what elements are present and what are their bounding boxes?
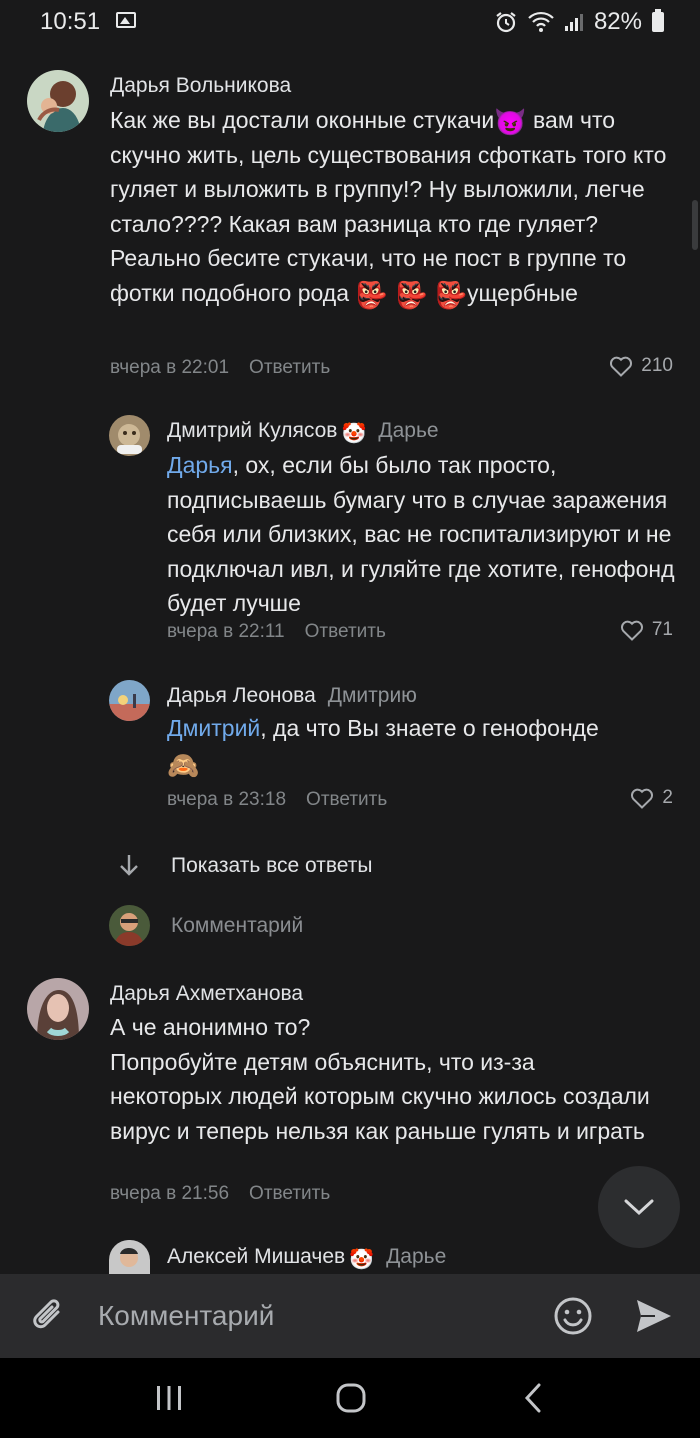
comment-author[interactable]: Дарья Вольникова — [110, 74, 291, 98]
battery-icon — [652, 9, 664, 32]
status-bar: 10:51 82% — [0, 0, 700, 44]
reply-button[interactable]: Ответить — [306, 789, 387, 810]
battery-percent: 82% — [593, 8, 642, 35]
like-button[interactable]: 2 — [630, 787, 673, 809]
comment-text: Как же вы достали оконные стукачи😈 вам ч… — [110, 107, 667, 310]
like-button[interactable]: 71 — [620, 619, 673, 641]
avatar[interactable] — [27, 978, 89, 1040]
reply-button[interactable]: Ответить — [305, 621, 386, 642]
chevron-down-icon — [624, 1199, 654, 1216]
system-nav-bar — [0, 1358, 700, 1438]
comment-meta: вчера в 22:11 Ответить — [167, 621, 386, 643]
see-no-evil-emoji: 🙈 — [167, 749, 200, 780]
attach-icon[interactable] — [28, 1294, 68, 1338]
like-button[interactable]: 210 — [609, 355, 673, 377]
reply-target: Дарье — [386, 1245, 447, 1268]
reply-button[interactable]: Ответить — [249, 357, 330, 378]
comment-meta: вчера в 22:01 Ответить — [110, 357, 330, 379]
like-count: 71 — [651, 619, 673, 640]
avatar[interactable] — [109, 680, 150, 721]
avatar — [109, 905, 150, 946]
status-icons: 82% — [494, 8, 664, 36]
comment-author[interactable]: Алексей Мишачев 🤡 Дарье — [167, 1245, 446, 1273]
comment-text: Дарья, ох, если бы было так просто, подп… — [167, 452, 675, 616]
arrow-down-icon[interactable] — [118, 853, 140, 877]
comment-author[interactable]: Дмитрий Кулясов 🤡 Дарье — [167, 419, 439, 447]
status-time: 10:51 — [40, 8, 101, 35]
wifi-icon — [528, 11, 554, 32]
reply-input[interactable]: Комментарий — [171, 914, 303, 938]
mention-link[interactable]: Дмитрий — [167, 715, 260, 741]
devil-emoji: 😈 — [494, 107, 527, 137]
comment-meta: вчера в 21:56 Ответить — [110, 1183, 330, 1205]
clown-emoji: 🤡 — [349, 1249, 375, 1271]
back-icon[interactable] — [522, 1382, 544, 1414]
like-count: 2 — [662, 787, 673, 808]
comment-text: А че анонимно то? Попробуйте детям объяс… — [110, 1014, 650, 1144]
signal-icon — [564, 14, 583, 31]
heart-icon — [620, 620, 643, 641]
emoji-icon[interactable] — [553, 1296, 593, 1336]
home-icon[interactable] — [335, 1382, 367, 1414]
recent-apps-icon[interactable] — [154, 1383, 184, 1413]
comment-meta: вчера в 23:18 Ответить — [167, 789, 387, 811]
reply-button[interactable]: Ответить — [249, 1183, 330, 1204]
comment-text: Дмитрий, да что Вы знаете о генофонде 🙈 — [167, 715, 599, 780]
show-all-replies-button[interactable]: Показать все ответы — [171, 854, 373, 878]
comment-time: вчера в 21:56 — [110, 1183, 230, 1204]
avatar[interactable] — [27, 70, 89, 132]
comment-author[interactable]: Дарья Леонова Дмитрию — [167, 684, 417, 708]
scrollbar-thumb[interactable] — [692, 200, 698, 250]
heart-icon — [631, 788, 654, 809]
heart-icon — [610, 356, 633, 377]
mention-link[interactable]: Дарья — [167, 452, 233, 478]
goblin-emoji: 👺 👺 👺 — [355, 279, 467, 310]
avatar[interactable] — [109, 1240, 150, 1274]
compose-bar: Комментарий — [0, 1274, 700, 1358]
comment-input[interactable]: Комментарий — [98, 1300, 274, 1332]
comment-time: вчера в 22:01 — [110, 357, 230, 378]
gallery-icon — [116, 12, 136, 28]
send-icon[interactable] — [635, 1298, 673, 1334]
comment-time: вчера в 23:18 — [167, 789, 287, 810]
comment-author[interactable]: Дарья Ахметханова — [110, 982, 303, 1006]
clown-emoji: 🤡 — [341, 423, 367, 445]
alarm-icon — [496, 12, 516, 33]
avatar[interactable] — [109, 415, 150, 456]
comment-time: вчера в 22:11 — [167, 621, 285, 642]
reply-target: Дмитрию — [327, 684, 417, 707]
like-count: 210 — [641, 355, 673, 376]
reply-target: Дарье — [378, 419, 439, 442]
scroll-down-button[interactable] — [598, 1166, 680, 1248]
